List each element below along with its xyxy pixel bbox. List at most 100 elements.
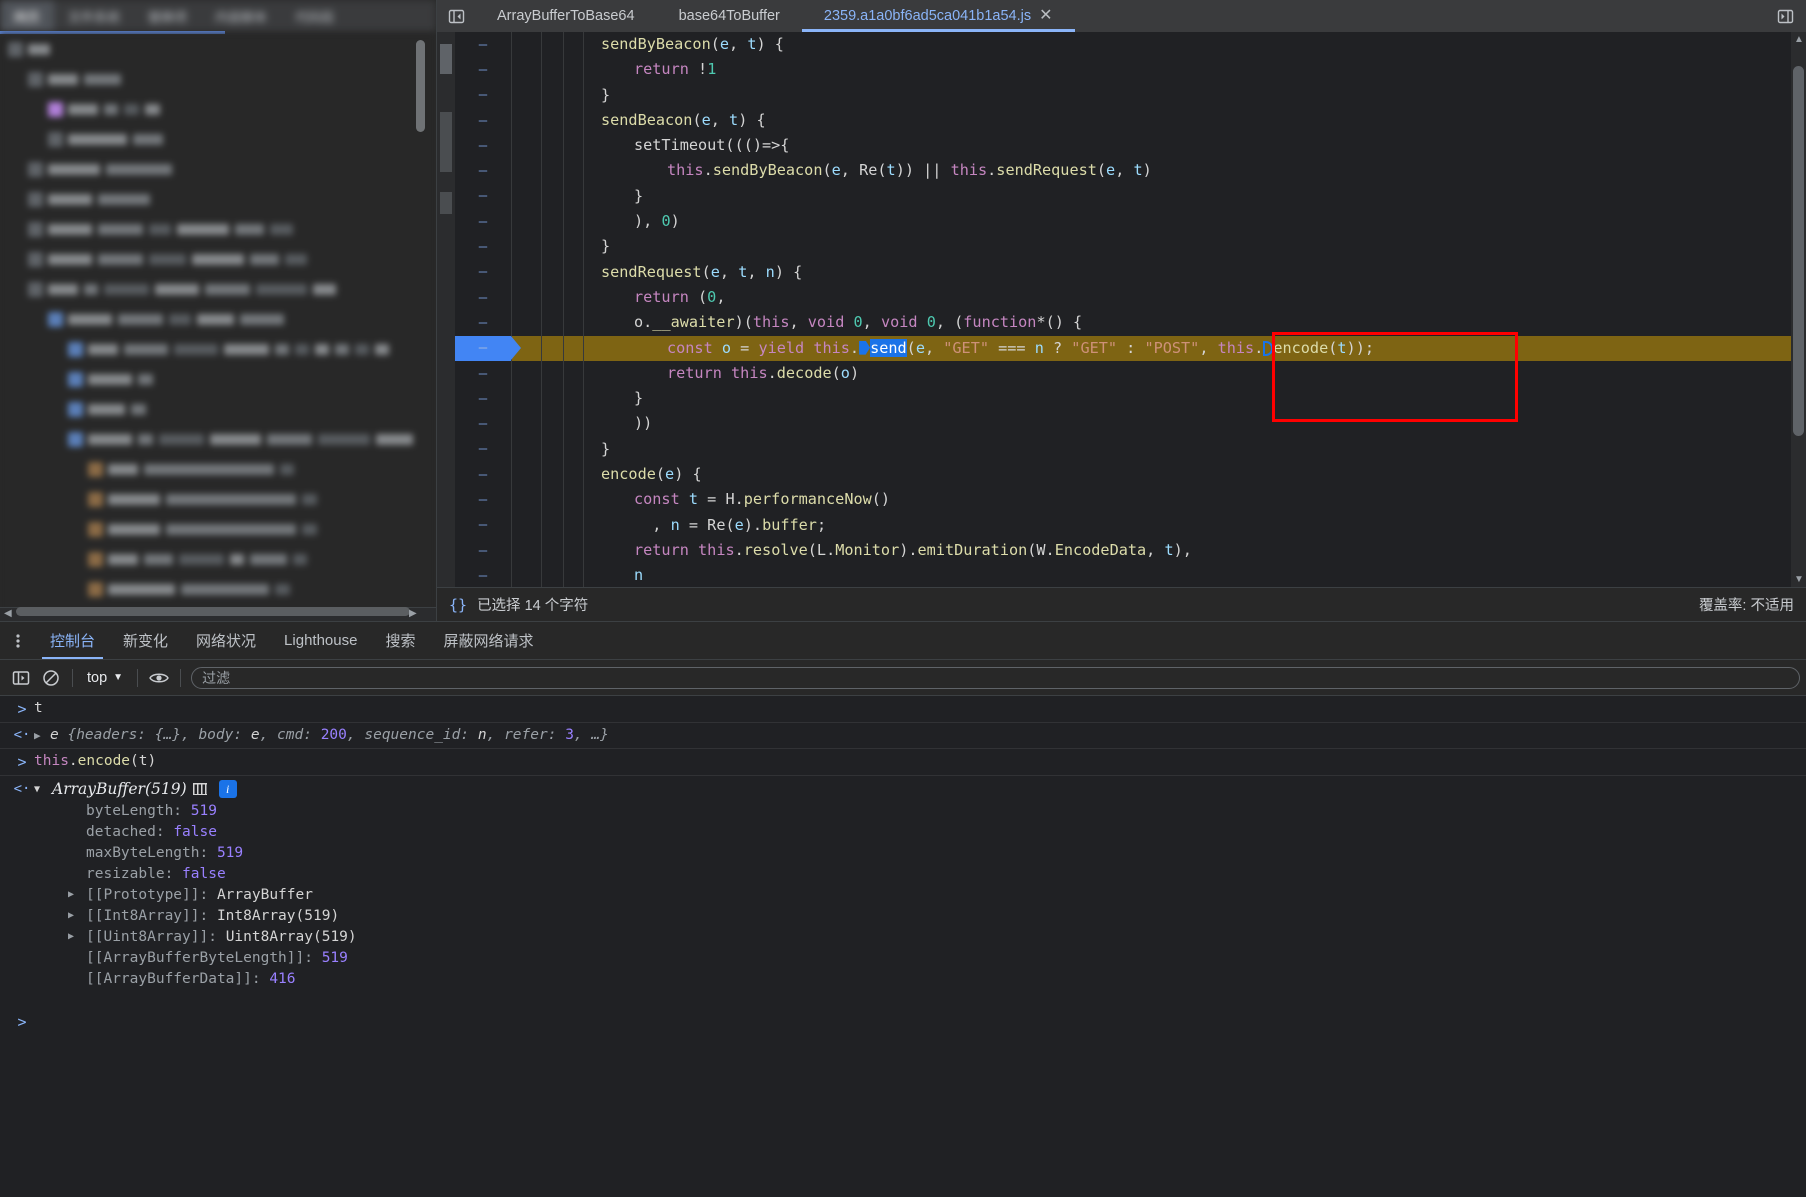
- editor-tab-arraybuffertobase64[interactable]: ArrayBufferToBase64: [475, 0, 657, 32]
- execution-context-selector[interactable]: top ▼: [79, 670, 131, 686]
- drawer-tab-search[interactable]: 搜索: [371, 622, 429, 659]
- code-line[interactable]: – return (0,: [455, 284, 1806, 311]
- navigator-tree-item[interactable]: [0, 484, 436, 514]
- code-fold-marker[interactable]: –: [455, 87, 511, 103]
- navigator-tree-item[interactable]: [0, 274, 436, 304]
- close-icon[interactable]: ✕: [1039, 8, 1052, 24]
- navigator-tab-content-scripts[interactable]: 内容脚本: [201, 0, 281, 32]
- code-line[interactable]: – const t = H.performanceNow(): [455, 487, 1806, 513]
- code-fold-marker[interactable]: –: [455, 366, 511, 382]
- expand-triangle-icon[interactable]: ▶: [68, 931, 80, 942]
- drawer-tab-lighthouse[interactable]: Lighthouse: [270, 622, 371, 659]
- code-line[interactable]: –}: [455, 386, 1806, 412]
- navigator-tree-item[interactable]: [0, 64, 436, 94]
- code-line-highlighted[interactable]: – const o = yield this. send(e, "GET" === …: [455, 335, 1806, 361]
- expand-triangle-icon[interactable]: ▶: [68, 910, 80, 921]
- code-fold-marker[interactable]: –: [455, 188, 511, 204]
- console-result-header[interactable]: <· ▼ ArrayBuffer(519) i: [10, 780, 1806, 798]
- drawer-tab-network-conditions[interactable]: 网络状况: [182, 622, 270, 659]
- navigator-horizontal-scrollbar-thumb[interactable]: [16, 607, 410, 616]
- navigator-tab-filesystem[interactable]: 文件系统: [54, 0, 134, 32]
- code-fold-marker[interactable]: –: [455, 543, 511, 559]
- navigator-tree-item[interactable]: [0, 544, 436, 574]
- result-property-row[interactable]: ▶ [[Prototype]]: ArrayBuffer: [20, 884, 1806, 905]
- code-line[interactable]: – setTimeout((()=>{: [455, 133, 1806, 159]
- navigator-tab-snippets[interactable]: 代码段: [281, 0, 348, 32]
- code-fold-marker[interactable]: –: [455, 340, 511, 356]
- result-property-row[interactable]: resizable: false: [20, 863, 1806, 884]
- kebab-menu-icon[interactable]: [0, 622, 36, 659]
- code-fold-marker[interactable]: –: [455, 290, 511, 306]
- navigator-tree-item[interactable]: [0, 454, 436, 484]
- code-fold-marker[interactable]: –: [455, 391, 511, 407]
- result-property-row[interactable]: [[ArrayBufferData]]: 416: [20, 968, 1806, 989]
- clear-console-icon[interactable]: [36, 665, 66, 691]
- code-line[interactable]: – encode(e) {: [455, 462, 1806, 488]
- code-line[interactable]: –}: [455, 234, 1806, 260]
- console-input-line[interactable]: > this.encode(t): [0, 749, 1806, 776]
- editor-minimap-gutter[interactable]: [437, 32, 455, 587]
- navigator-vertical-scrollbar[interactable]: [416, 40, 425, 132]
- code-area[interactable]: – sendByBeacon(e, t) {– return !1–} – sendBe…: [455, 32, 1806, 587]
- navigator-tree-item[interactable]: [0, 304, 436, 334]
- code-line[interactable]: –), 0): [455, 209, 1806, 235]
- navigator-horizontal-scrollbar-track[interactable]: ◀ ▶: [0, 607, 436, 621]
- console-filter-input[interactable]: 过滤: [191, 666, 1800, 689]
- console-sidebar-icon[interactable]: [6, 665, 36, 691]
- code-fold-marker[interactable]: –: [455, 467, 511, 483]
- expand-triangle-icon[interactable]: ▶: [68, 889, 80, 900]
- result-property-row[interactable]: detached: false: [20, 821, 1806, 842]
- code-line[interactable]: – return !1: [455, 57, 1806, 83]
- code-fold-marker[interactable]: –: [455, 416, 511, 432]
- memory-inspector-icon[interactable]: [192, 783, 207, 795]
- scroll-up-icon[interactable]: ▲: [1794, 34, 1804, 45]
- drawer-tab-request-blocking[interactable]: 屏蔽网络请求: [429, 622, 547, 659]
- code-line[interactable]: –}: [455, 82, 1806, 108]
- navigator-tree-item[interactable]: [0, 214, 436, 244]
- code-fold-marker[interactable]: –: [455, 239, 511, 255]
- code-line[interactable]: –)): [455, 411, 1806, 437]
- result-property-row[interactable]: ▶ [[Int8Array]]: Int8Array(519): [20, 905, 1806, 926]
- code-line[interactable]: – return this.decode(o): [455, 360, 1806, 387]
- console-prompt-line[interactable]: >: [0, 1009, 1806, 1035]
- code-fold-marker[interactable]: –: [455, 315, 511, 331]
- expand-triangle-icon[interactable]: ▶: [34, 729, 44, 742]
- console-result-object[interactable]: <· ▼ ArrayBuffer(519) i byteLength: 519 detac…: [0, 776, 1806, 993]
- console-input-line[interactable]: > t: [0, 696, 1806, 723]
- navigator-tabs[interactable]: 网页 文件系统 替换项 内容脚本 代码段: [0, 0, 436, 32]
- code-fold-marker[interactable]: –: [455, 62, 511, 78]
- code-line[interactable]: –}: [455, 183, 1806, 210]
- result-property-row[interactable]: maxByteLength: 519: [20, 842, 1806, 863]
- navigator-tree-item[interactable]: [0, 574, 436, 604]
- console-output[interactable]: > t <· ▶ e {headers: {…}, body: e, cmd: 200,…: [0, 696, 1806, 1197]
- result-property-row[interactable]: byteLength: 519: [20, 800, 1806, 821]
- code-line[interactable]: –}: [455, 436, 1806, 463]
- editor-tab-base64tobuffer[interactable]: base64ToBuffer: [657, 0, 802, 32]
- code-fold-marker[interactable]: –: [455, 568, 511, 584]
- editor-vertical-scrollbar[interactable]: ▲ ▼: [1791, 32, 1806, 587]
- code-line[interactable]: – sendByBeacon(e, t) {: [455, 32, 1806, 58]
- code-line[interactable]: – , n = Re(e).buffer;: [455, 512, 1806, 538]
- code-fold-marker[interactable]: –: [455, 214, 511, 230]
- code-fold-marker[interactable]: –: [455, 517, 511, 533]
- navigator-tree-item[interactable]: [0, 34, 436, 64]
- navigator-tree-item[interactable]: [0, 424, 436, 454]
- console-output-line[interactable]: <· ▶ e {headers: {…}, body: e, cmd: 200, s…: [0, 723, 1806, 749]
- scroll-left-icon[interactable]: ◀: [4, 609, 14, 619]
- collapse-triangle-icon[interactable]: ▼: [34, 784, 46, 795]
- code-line[interactable]: – sendRequest(e, t, n) {: [455, 259, 1806, 285]
- navigator-tree-item[interactable]: [0, 334, 436, 364]
- show-drawer-icon[interactable]: [1777, 8, 1794, 25]
- navigator-tree-item[interactable]: [0, 364, 436, 394]
- editor-scrollbar-thumb[interactable]: [1793, 66, 1804, 436]
- navigator-tree-item[interactable]: [0, 394, 436, 424]
- code-line[interactable]: – return this.resolve(L.Monitor).emitDura…: [455, 537, 1806, 564]
- result-property-row[interactable]: ▶ [[Uint8Array]]: Uint8Array(519): [20, 926, 1806, 947]
- info-badge-icon[interactable]: i: [218, 780, 237, 798]
- live-expression-icon[interactable]: [144, 665, 174, 691]
- code-line[interactable]: – n: [455, 563, 1806, 587]
- code-fold-marker[interactable]: –: [455, 138, 511, 154]
- code-fold-marker[interactable]: –: [455, 492, 511, 508]
- code-fold-marker[interactable]: –: [455, 163, 511, 179]
- code-line[interactable]: – o.__awaiter)(this, void 0, void 0, (fun…: [455, 310, 1806, 336]
